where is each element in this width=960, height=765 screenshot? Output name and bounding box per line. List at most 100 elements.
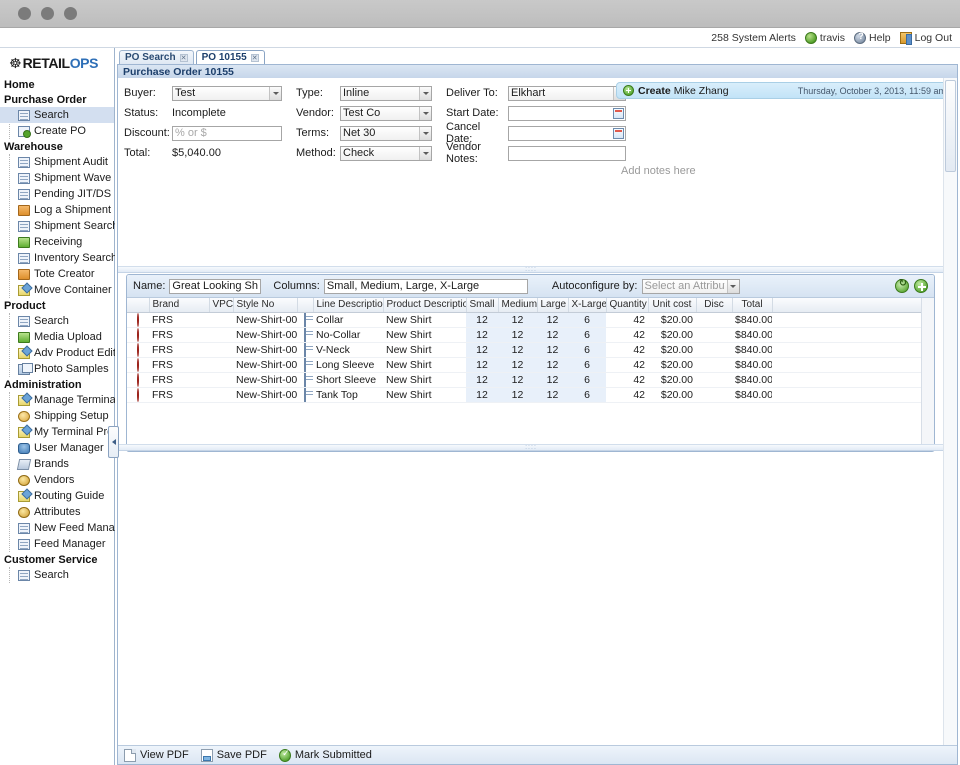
sidebar-item-create-po[interactable]: Create PO (0, 123, 114, 139)
sidebar-item-manage-terminals[interactable]: Manage Terminals (0, 392, 114, 408)
column-header-unit-cost[interactable]: Unit cost (648, 298, 696, 312)
sidebar-item-media-upload[interactable]: Media Upload (0, 329, 114, 345)
vendor-notes-input[interactable] (508, 146, 626, 161)
grid-vertical-scrollbar[interactable] (921, 298, 934, 451)
cell-style-lookup[interactable] (297, 357, 313, 372)
cell-style-lookup[interactable] (297, 387, 313, 402)
column-header-blank-0[interactable] (127, 298, 149, 312)
sidebar-item-user-manager[interactable]: User Manager (0, 440, 114, 456)
deliver-to-select[interactable]: Elkhart (508, 86, 626, 101)
window-maximize-dot[interactable] (64, 7, 77, 20)
sidebar-item-shipping-setup[interactable]: Shipping Setup (0, 408, 114, 424)
delete-icon[interactable] (137, 343, 139, 357)
sidebar-item-new-feed-manager[interactable]: New Feed Manager (0, 520, 114, 536)
user-menu[interactable]: travis (805, 32, 845, 44)
row-delete-cell[interactable] (127, 372, 149, 387)
page-vertical-scrollbar[interactable] (943, 78, 957, 745)
buyer-select[interactable]: Test (172, 86, 282, 101)
column-header-blank-4[interactable] (297, 298, 313, 312)
sidebar-item-vendors[interactable]: Vendors (0, 472, 114, 488)
table-row[interactable]: FRSNew-Shirt-001Long SleeveNew Shirt1212… (127, 357, 934, 372)
cell-style-lookup[interactable] (297, 372, 313, 387)
sidebar-item-search[interactable]: Search (0, 313, 114, 329)
logout-link[interactable]: Log Out (900, 32, 952, 44)
sidebar-item-search[interactable]: Search (0, 107, 114, 123)
columns-input[interactable] (324, 279, 528, 294)
footer-button-mark-submitted[interactable]: Mark Submitted (279, 749, 372, 762)
tab-close-icon[interactable]: ✕ (251, 54, 259, 62)
tab-close-icon[interactable]: ✕ (180, 54, 188, 62)
sidebar-item-attributes[interactable]: Attributes (0, 504, 114, 520)
sync-icon[interactable] (895, 279, 909, 293)
column-header-vpc[interactable]: VPC (209, 298, 233, 312)
style-lookup-icon[interactable] (304, 328, 306, 342)
row-delete-cell[interactable] (127, 312, 149, 327)
table-row[interactable]: FRSNew-Shirt-001CollarNew Shirt121212642… (127, 312, 934, 327)
sidebar-item-search[interactable]: Search (0, 567, 114, 583)
column-header-quantity[interactable]: Quantity (606, 298, 648, 312)
delete-icon[interactable] (137, 313, 139, 327)
cell-style-lookup[interactable] (297, 342, 313, 357)
column-header-small[interactable]: Small (466, 298, 498, 312)
sidebar-collapse-handle[interactable] (108, 426, 119, 458)
table-row[interactable]: FRSNew-Shirt-001No-CollarNew Shirt121212… (127, 327, 934, 342)
tab-po-search[interactable]: PO Search✕ (119, 50, 194, 64)
column-header-total[interactable]: Total (732, 298, 772, 312)
name-input[interactable] (169, 279, 261, 294)
column-header-large[interactable]: Large (537, 298, 568, 312)
column-header-x-large[interactable]: X-Large (568, 298, 606, 312)
sidebar-item-inventory-search[interactable]: Inventory Search (0, 250, 114, 266)
add-icon[interactable] (914, 279, 928, 293)
cell-style-lookup[interactable] (297, 312, 313, 327)
vendor-select[interactable]: Test Co (340, 106, 432, 121)
sidebar-item-pending-jit-ds[interactable]: Pending JIT/DS (0, 186, 114, 202)
column-header-blank-15[interactable] (772, 298, 934, 312)
splitter-top[interactable]: :::: (118, 266, 944, 273)
app-logo[interactable]: ☸RETAILOPS (0, 48, 114, 77)
style-lookup-icon[interactable] (304, 373, 306, 387)
cancel-date-input[interactable] (508, 126, 626, 141)
sidebar-item-feed-manager[interactable]: Feed Manager (0, 536, 114, 552)
sidebar-item-brands[interactable]: Brands (0, 456, 114, 472)
style-lookup-icon[interactable] (304, 388, 306, 402)
cell-style-lookup[interactable] (297, 327, 313, 342)
scrollbar-thumb[interactable] (945, 80, 956, 172)
column-header-disc[interactable]: Disc (696, 298, 732, 312)
table-row[interactable]: FRSNew-Shirt-001Short SleeveNew Shirt121… (127, 372, 934, 387)
style-lookup-icon[interactable] (304, 313, 306, 327)
sidebar-item-routing-guide[interactable]: Routing Guide (0, 488, 114, 504)
help-link[interactable]: Help (854, 32, 891, 44)
column-header-medium[interactable]: Medium (498, 298, 537, 312)
method-select[interactable]: Check (340, 146, 432, 161)
column-header-line-description[interactable]: Line Description (313, 298, 383, 312)
table-row[interactable]: FRSNew-Shirt-001Tank TopNew Shirt1212126… (127, 387, 934, 402)
row-delete-cell[interactable] (127, 357, 149, 372)
notes-placeholder-text[interactable]: Add notes here (616, 165, 953, 177)
delete-icon[interactable] (137, 388, 139, 402)
footer-button-save-pdf[interactable]: Save PDF (201, 749, 267, 762)
delete-icon[interactable] (137, 358, 139, 372)
tab-po-10155[interactable]: PO 10155✕ (196, 50, 265, 64)
sidebar-item-move-container[interactable]: Move Container (0, 282, 114, 298)
start-date-input[interactable] (508, 106, 626, 121)
sidebar-item-my-terminal-prefs[interactable]: My Terminal Prefs (0, 424, 114, 440)
note-entry[interactable]: Create Mike Zhang Thursday, October 3, 2… (616, 82, 953, 99)
row-delete-cell[interactable] (127, 387, 149, 402)
sidebar-item-log-a-shipment[interactable]: Log a Shipment (0, 202, 114, 218)
window-close-dot[interactable] (18, 7, 31, 20)
sidebar-item-shipment-audit[interactable]: Shipment Audit (0, 154, 114, 170)
footer-button-view-pdf[interactable]: View PDF (124, 749, 189, 762)
column-header-product-description[interactable]: Product Description (383, 298, 466, 312)
terms-select[interactable]: Net 30 (340, 126, 432, 141)
delete-icon[interactable] (137, 373, 139, 387)
sidebar-group-home[interactable]: Home (0, 77, 114, 92)
delete-icon[interactable] (137, 328, 139, 342)
autoconfigure-select[interactable]: Select an Attribute (642, 279, 740, 294)
sidebar-item-shipment-search[interactable]: Shipment Search (0, 218, 114, 234)
sidebar-item-photo-samples[interactable]: Photo Samples (0, 361, 114, 377)
sidebar-item-tote-creator[interactable]: Tote Creator (0, 266, 114, 282)
sidebar-item-shipment-wave[interactable]: Shipment Wave (0, 170, 114, 186)
row-delete-cell[interactable] (127, 342, 149, 357)
style-lookup-icon[interactable] (304, 358, 306, 372)
system-alerts-link[interactable]: 258 System Alerts (708, 32, 796, 44)
